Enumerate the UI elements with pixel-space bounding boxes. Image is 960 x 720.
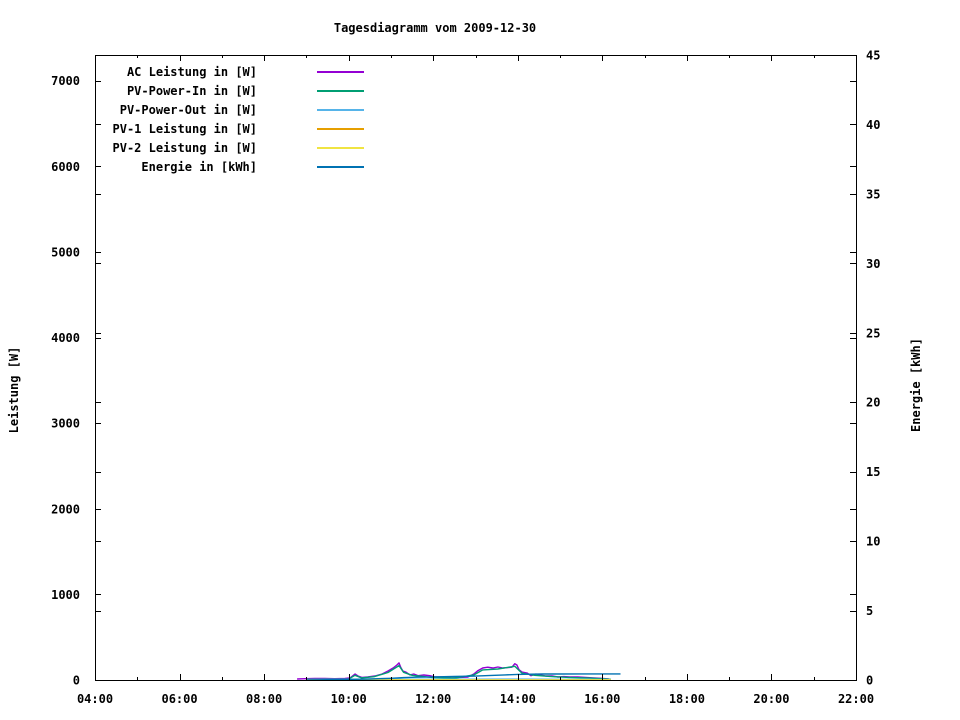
y-right-tick-label: 10 — [866, 535, 880, 549]
y-right-tick-label: 40 — [866, 118, 880, 132]
y-left-tick-label: 0 — [73, 674, 80, 688]
y-left-tick-label: 1000 — [51, 588, 80, 602]
chart-legend: AC Leistung in [W] PV-Power-In in [W] PV-P… — [97, 62, 364, 176]
y-right-tick-label: 30 — [866, 257, 880, 271]
y-right-tick-label: 0 — [866, 674, 873, 688]
legend-item-label: AC Leistung in [W] — [126, 64, 257, 79]
legend-item-line-sample — [317, 89, 364, 92]
legend-item-line-sample — [317, 70, 364, 73]
legend-item-label: PV-1 Leistung in [W] — [112, 121, 258, 136]
legend-item-label: PV-Power-Out in [W] — [119, 102, 257, 117]
legend-item: PV-Power-In in [W] — [97, 81, 364, 100]
legend-item: Energie in [kWh] — [97, 157, 364, 176]
legend-item-line-sample — [317, 127, 364, 130]
x-axis-tick-label: 10:00 — [331, 692, 367, 706]
legend-item-line-sample — [317, 146, 364, 149]
y-left-tick-label: 2000 — [51, 502, 80, 516]
series-line-2 — [306, 664, 611, 680]
y-left-tick-label: 6000 — [51, 160, 80, 174]
x-axis-tick-label: 12:00 — [415, 692, 451, 706]
y-right-tick-label: 15 — [866, 465, 880, 479]
x-axis-tick-label: 08:00 — [246, 692, 282, 706]
y-right-tick-label: 35 — [866, 187, 880, 201]
chart-title: Tagesdiagramm vom 2009-12-30 — [333, 21, 537, 35]
legend-item: AC Leistung in [W] — [97, 62, 364, 81]
legend-item-line-sample — [317, 165, 364, 168]
legend-item: PV-1 Leistung in [W] — [97, 119, 364, 138]
y-right-axis-title: Energie [kWh] — [909, 338, 923, 432]
y-left-tick-label: 7000 — [51, 74, 80, 88]
x-axis-tick-label: 20:00 — [753, 692, 789, 706]
x-axis-tick-label: 18:00 — [669, 692, 705, 706]
legend-item-label: Energie in [kWh] — [141, 159, 257, 174]
y-right-tick-label: 45 — [866, 49, 880, 63]
y-right-tick-label: 5 — [866, 604, 873, 618]
legend-item: PV-2 Leistung in [W] — [97, 138, 364, 157]
y-left-tick-label: 3000 — [51, 417, 80, 431]
x-axis-tick-label: 16:00 — [584, 692, 620, 706]
legend-item-label: PV-2 Leistung in [W] — [112, 140, 258, 155]
y-left-tick-label: 4000 — [51, 331, 80, 345]
x-axis-tick-label: 22:00 — [838, 692, 874, 706]
x-axis-tick-label: 14:00 — [500, 692, 536, 706]
y-right-tick-label: 20 — [866, 396, 880, 410]
legend-item: PV-Power-Out in [W] — [97, 100, 364, 119]
y-left-tick-label: 5000 — [51, 245, 80, 259]
x-axis-tick-label: 04:00 — [77, 692, 113, 706]
x-axis-tick-label: 06:00 — [161, 692, 197, 706]
legend-item-line-sample — [317, 108, 364, 111]
y-right-tick-label: 25 — [866, 326, 880, 340]
legend-item-label: PV-Power-In in [W] — [126, 83, 257, 98]
y-left-axis-title: Leistung [W] — [7, 346, 21, 434]
